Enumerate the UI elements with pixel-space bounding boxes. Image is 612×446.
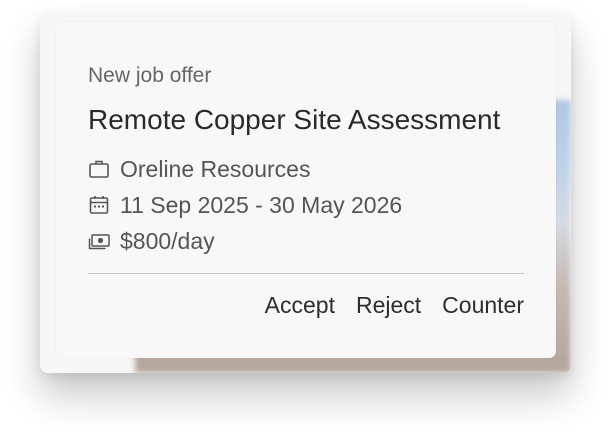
job-offer-notification: New job offer Remote Copper Site Assessm… (56, 22, 556, 358)
company-row: Oreline Resources (88, 156, 310, 182)
calendar-icon (88, 194, 110, 216)
divider (88, 273, 524, 274)
screen: New job offer Remote Copper Site Assessm… (0, 0, 612, 446)
accept-button[interactable]: Accept (265, 292, 335, 319)
pay-rate: $800/day (120, 227, 215, 254)
notification-eyebrow: New job offer (88, 64, 212, 87)
counter-button[interactable]: Counter (442, 292, 524, 319)
date-range: 11 Sep 2025 - 30 May 2026 (120, 191, 403, 218)
dates-row: 11 Sep 2025 - 30 May 2026 (88, 192, 402, 218)
job-title: Remote Copper Site Assessment (88, 104, 501, 135)
money-icon (88, 230, 110, 252)
briefcase-icon (88, 158, 110, 180)
action-bar: Accept Reject Counter (265, 292, 524, 319)
reject-button[interactable]: Reject (356, 292, 421, 319)
company-name: Oreline Resources (120, 155, 311, 182)
pay-row: $800/day (88, 228, 215, 254)
